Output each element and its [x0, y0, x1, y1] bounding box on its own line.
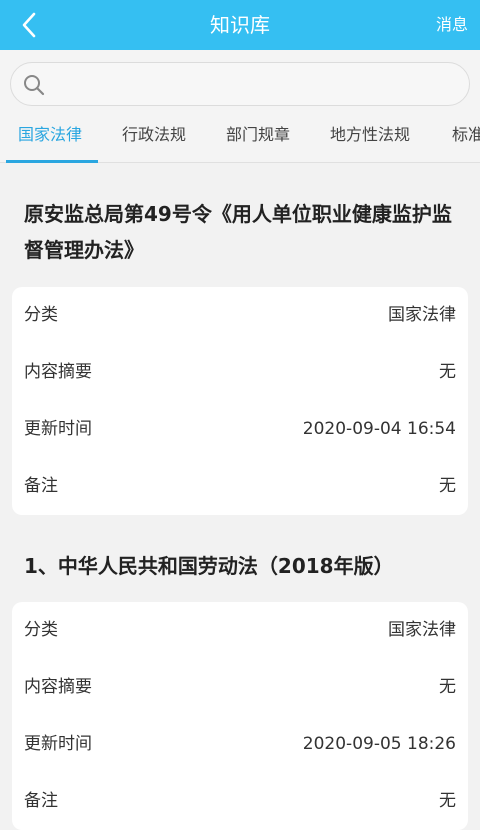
- tab-administrative-regulations[interactable]: 行政法规: [122, 112, 186, 162]
- field-row-updated: 更新时间 2020-09-04 16:54: [12, 401, 468, 458]
- field-value: 无: [439, 476, 456, 496]
- field-value: 国家法律: [388, 305, 456, 325]
- field-row-notes: 备注 无: [12, 773, 468, 830]
- field-value: 国家法律: [388, 620, 456, 640]
- entry-title[interactable]: 原安监总局第49号令《用人单位职业健康监护监督管理办法》: [24, 196, 464, 268]
- field-row-category: 分类 国家法律: [12, 287, 468, 344]
- entry-card[interactable]: 分类 国家法律 内容摘要 无 更新时间 2020-09-05 18:26 备注 …: [12, 602, 468, 830]
- entry-card[interactable]: 分类 国家法律 内容摘要 无 更新时间 2020-09-04 16:54 备注 …: [12, 287, 468, 515]
- category-tabs: 国家法律 行政法规 部门规章 地方性法规 标准: [0, 112, 480, 163]
- field-label: 分类: [24, 620, 58, 640]
- field-row-summary: 内容摘要 无: [12, 344, 468, 401]
- tab-national-law[interactable]: 国家法律: [18, 112, 82, 162]
- page-title: 知识库: [210, 13, 270, 37]
- field-row-updated: 更新时间 2020-09-05 18:26: [12, 716, 468, 773]
- field-label: 分类: [24, 305, 58, 325]
- tab-department-rules[interactable]: 部门规章: [226, 112, 290, 162]
- field-label: 备注: [24, 476, 58, 496]
- field-label: 备注: [24, 791, 58, 811]
- field-row-notes: 备注 无: [12, 458, 468, 515]
- field-value: 无: [439, 791, 456, 811]
- search-input[interactable]: [10, 62, 470, 106]
- field-value: 2020-09-04 16:54: [302, 419, 456, 439]
- field-label: 更新时间: [24, 734, 92, 754]
- tab-local-regulations[interactable]: 地方性法规: [330, 112, 410, 162]
- active-tab-indicator: [6, 160, 98, 163]
- top-app-bar: 知识库 消息: [0, 0, 480, 50]
- search-area: [0, 50, 480, 112]
- field-label: 内容摘要: [24, 362, 92, 382]
- messages-button[interactable]: 消息: [436, 0, 468, 50]
- field-row-summary: 内容摘要 无: [12, 659, 468, 716]
- field-value: 无: [439, 362, 456, 382]
- field-value: 无: [439, 677, 456, 697]
- entry-title[interactable]: 1、中华人民共和国劳动法（2018年版）: [24, 548, 464, 584]
- field-row-category: 分类 国家法律: [12, 602, 468, 659]
- search-icon: [23, 74, 45, 100]
- tab-standards[interactable]: 标准: [452, 112, 480, 162]
- field-value: 2020-09-05 18:26: [302, 734, 456, 754]
- field-label: 内容摘要: [24, 677, 92, 697]
- field-label: 更新时间: [24, 419, 92, 439]
